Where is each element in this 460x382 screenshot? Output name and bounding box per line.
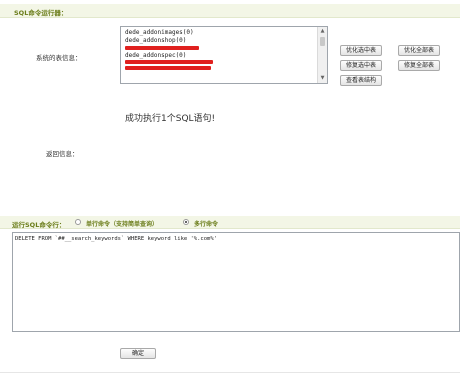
radio-single-line[interactable] bbox=[75, 219, 81, 225]
scroll-down-icon[interactable]: ▼ bbox=[319, 75, 326, 82]
scroll-up-icon[interactable]: ▲ bbox=[319, 28, 326, 35]
repair-all-button[interactable]: 修复全部表 bbox=[398, 60, 440, 71]
list-item[interactable]: dede_addonshop(0) bbox=[125, 37, 213, 45]
optimize-selected-button[interactable]: 优化选中表 bbox=[340, 45, 382, 56]
return-info-label: 返回信息： bbox=[46, 150, 79, 158]
run-sql-bar: 运行SQL命令行： bbox=[0, 216, 460, 229]
table-listbox[interactable]: dede_addonimages(0) dede_addonshop(0) de… bbox=[120, 26, 328, 84]
radio-multi-line[interactable] bbox=[183, 219, 189, 225]
list-item[interactable]: dede_addonspec(0) bbox=[125, 52, 213, 60]
redacted-item bbox=[125, 60, 213, 65]
run-sql-label: 运行SQL命令行： bbox=[12, 221, 66, 229]
listbox-scrollbar[interactable]: ▲ ▼ bbox=[317, 27, 327, 83]
scroll-thumb[interactable] bbox=[320, 37, 325, 46]
footer-divider bbox=[0, 372, 460, 373]
system-tables-label: 系统的表信息： bbox=[36, 54, 82, 62]
table-list: dede_addonimages(0) dede_addonshop(0) de… bbox=[125, 29, 213, 72]
section-header-sql-runner: SQL命令运行器： bbox=[0, 4, 460, 18]
repair-selected-button[interactable]: 修复选中表 bbox=[340, 60, 382, 71]
multi-line-option-label[interactable]: 多行命令 bbox=[194, 219, 218, 228]
single-line-option-label[interactable]: 单行命令（支持简单查询） bbox=[86, 219, 158, 228]
list-item[interactable]: dede_addonimages(0) bbox=[125, 29, 213, 37]
redacted-item bbox=[125, 45, 199, 50]
submit-button[interactable]: 确定 bbox=[120, 348, 156, 359]
redacted-item bbox=[125, 66, 211, 71]
sql-query-textarea[interactable]: DELETE FROM `##__search_keywords` WHERE … bbox=[12, 232, 460, 332]
optimize-all-button[interactable]: 优化全部表 bbox=[398, 45, 440, 56]
view-structure-button[interactable]: 查看表结构 bbox=[340, 75, 382, 86]
page-title: SQL命令运行器： bbox=[14, 9, 68, 17]
result-message: 成功执行1个SQL语句! bbox=[125, 114, 216, 124]
